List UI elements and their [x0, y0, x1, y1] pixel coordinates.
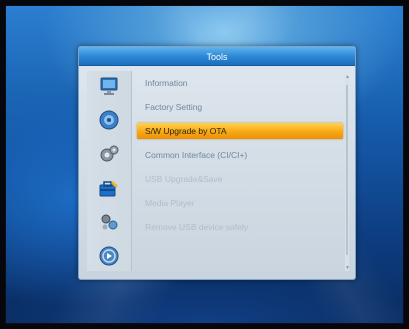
gear-icon[interactable] [98, 143, 120, 165]
disc-icon[interactable] [98, 109, 120, 131]
monitor-icon[interactable] [98, 75, 120, 97]
menu-item-label: Remove USB device safely [145, 222, 248, 232]
menu-icon-column [87, 71, 132, 271]
tv-screen: Tools Information Factory Setting S/W Up… [5, 5, 404, 324]
menu-item-label: Media Player [145, 198, 195, 208]
scroll-up-icon: ▲ [345, 74, 350, 80]
menu-item-factory-setting[interactable]: Factory Setting [137, 99, 343, 115]
menu-item-label: S/W Upgrade by OTA [145, 126, 227, 136]
games-icon[interactable] [98, 211, 120, 233]
menu-item-information[interactable]: Information [137, 75, 343, 91]
media-icon[interactable] [98, 245, 120, 267]
menu-item-label: Factory Setting [145, 102, 203, 112]
menu-item-remove-usb: Remove USB device safely [137, 219, 343, 235]
menu-item-common-interface[interactable]: Common Interface (CI/CI+) [137, 147, 343, 163]
menu-item-label: Information [145, 78, 188, 88]
scroll-thumb[interactable] [346, 85, 348, 255]
tools-dialog: Tools Information Factory Setting S/W Up… [78, 46, 356, 280]
tools-menu-list: Information Factory Setting S/W Upgrade … [137, 71, 343, 271]
menu-scrollbar[interactable]: ▲ ▼ [345, 74, 350, 271]
dialog-title-bar: Tools [79, 47, 355, 66]
scroll-down-icon: ▼ [345, 265, 350, 271]
menu-item-sw-upgrade-ota[interactable]: S/W Upgrade by OTA [137, 123, 343, 139]
toolbox-icon[interactable] [98, 177, 120, 199]
menu-item-usb-upgrade-save: USB Upgrade&Save [137, 171, 343, 187]
menu-item-label: USB Upgrade&Save [145, 174, 223, 184]
dialog-title: Tools [206, 52, 228, 62]
menu-item-label: Common Interface (CI/CI+) [145, 150, 248, 160]
menu-item-media-player: Media Player [137, 195, 343, 211]
